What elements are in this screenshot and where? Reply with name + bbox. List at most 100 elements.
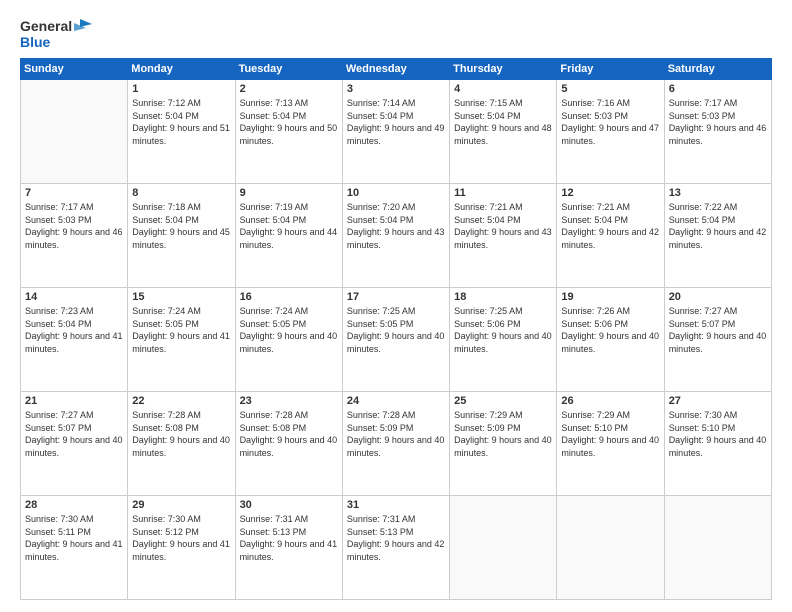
calendar-cell: 14 Sunrise: 7:23 AM Sunset: 5:04 PM Dayl… [21,288,128,392]
day-number: 1 [132,83,230,95]
day-number: 25 [454,395,552,407]
weekday-header-sunday: Sunday [21,59,128,80]
cell-daylight: Daylight: 9 hours and 42 minutes. [561,227,659,250]
day-number: 8 [132,187,230,199]
cell-daylight: Daylight: 9 hours and 44 minutes. [240,227,338,250]
cell-sunset: Sunset: 5:04 PM [240,215,307,225]
calendar-cell: 16 Sunrise: 7:24 AM Sunset: 5:05 PM Dayl… [235,288,342,392]
day-number: 31 [347,499,445,511]
day-number: 5 [561,83,659,95]
cell-daylight: Daylight: 9 hours and 46 minutes. [25,227,123,250]
cell-sunset: Sunset: 5:06 PM [561,319,628,329]
cell-daylight: Daylight: 9 hours and 41 minutes. [25,539,123,562]
cell-sunrise: Sunrise: 7:22 AM [669,202,738,212]
calendar-cell: 8 Sunrise: 7:18 AM Sunset: 5:04 PM Dayli… [128,184,235,288]
calendar-cell: 29 Sunrise: 7:30 AM Sunset: 5:12 PM Dayl… [128,496,235,600]
day-number: 16 [240,291,338,303]
cell-sunrise: Sunrise: 7:24 AM [132,306,201,316]
cell-sunrise: Sunrise: 7:28 AM [240,410,309,420]
calendar-cell: 25 Sunrise: 7:29 AM Sunset: 5:09 PM Dayl… [450,392,557,496]
cell-sunset: Sunset: 5:04 PM [347,215,414,225]
calendar-week-row: 7 Sunrise: 7:17 AM Sunset: 5:03 PM Dayli… [21,184,772,288]
day-number: 26 [561,395,659,407]
cell-sunrise: Sunrise: 7:24 AM [240,306,309,316]
day-number: 7 [25,187,123,199]
day-number: 11 [454,187,552,199]
calendar-cell: 4 Sunrise: 7:15 AM Sunset: 5:04 PM Dayli… [450,80,557,184]
cell-daylight: Daylight: 9 hours and 43 minutes. [347,227,445,250]
day-number: 6 [669,83,767,95]
calendar-cell: 17 Sunrise: 7:25 AM Sunset: 5:05 PM Dayl… [342,288,449,392]
cell-sunset: Sunset: 5:04 PM [454,215,521,225]
calendar-cell: 28 Sunrise: 7:30 AM Sunset: 5:11 PM Dayl… [21,496,128,600]
cell-sunrise: Sunrise: 7:20 AM [347,202,416,212]
cell-daylight: Daylight: 9 hours and 42 minutes. [347,539,445,562]
day-number: 20 [669,291,767,303]
cell-daylight: Daylight: 9 hours and 40 minutes. [132,435,230,458]
cell-sunrise: Sunrise: 7:26 AM [561,306,630,316]
calendar-cell: 26 Sunrise: 7:29 AM Sunset: 5:10 PM Dayl… [557,392,664,496]
cell-sunset: Sunset: 5:10 PM [561,423,628,433]
cell-daylight: Daylight: 9 hours and 46 minutes. [669,123,767,146]
day-number: 13 [669,187,767,199]
cell-sunset: Sunset: 5:04 PM [454,111,521,121]
calendar-cell: 13 Sunrise: 7:22 AM Sunset: 5:04 PM Dayl… [664,184,771,288]
cell-sunrise: Sunrise: 7:17 AM [25,202,94,212]
cell-daylight: Daylight: 9 hours and 51 minutes. [132,123,230,146]
calendar-cell: 18 Sunrise: 7:25 AM Sunset: 5:06 PM Dayl… [450,288,557,392]
day-number: 15 [132,291,230,303]
weekday-header-saturday: Saturday [664,59,771,80]
calendar-cell [450,496,557,600]
cell-sunset: Sunset: 5:06 PM [454,319,521,329]
weekday-header-tuesday: Tuesday [235,59,342,80]
cell-sunrise: Sunrise: 7:21 AM [561,202,630,212]
cell-sunrise: Sunrise: 7:25 AM [347,306,416,316]
cell-sunrise: Sunrise: 7:29 AM [561,410,630,420]
cell-sunrise: Sunrise: 7:23 AM [25,306,94,316]
calendar-cell: 10 Sunrise: 7:20 AM Sunset: 5:04 PM Dayl… [342,184,449,288]
calendar-cell: 27 Sunrise: 7:30 AM Sunset: 5:10 PM Dayl… [664,392,771,496]
day-number: 24 [347,395,445,407]
calendar-week-row: 21 Sunrise: 7:27 AM Sunset: 5:07 PM Dayl… [21,392,772,496]
weekday-header-friday: Friday [557,59,664,80]
cell-sunrise: Sunrise: 7:30 AM [25,514,94,524]
cell-daylight: Daylight: 9 hours and 40 minutes. [561,435,659,458]
calendar-cell: 31 Sunrise: 7:31 AM Sunset: 5:13 PM Dayl… [342,496,449,600]
day-number: 29 [132,499,230,511]
page: General Blue SundayMondayTuesdayWednesda… [0,0,792,612]
cell-daylight: Daylight: 9 hours and 47 minutes. [561,123,659,146]
cell-sunset: Sunset: 5:12 PM [132,527,199,537]
cell-sunrise: Sunrise: 7:17 AM [669,98,738,108]
calendar-cell: 24 Sunrise: 7:28 AM Sunset: 5:09 PM Dayl… [342,392,449,496]
cell-daylight: Daylight: 9 hours and 40 minutes. [347,435,445,458]
weekday-header-wednesday: Wednesday [342,59,449,80]
calendar-cell: 30 Sunrise: 7:31 AM Sunset: 5:13 PM Dayl… [235,496,342,600]
day-number: 28 [25,499,123,511]
cell-sunset: Sunset: 5:10 PM [669,423,736,433]
calendar-cell [664,496,771,600]
day-number: 19 [561,291,659,303]
calendar-table: SundayMondayTuesdayWednesdayThursdayFrid… [20,58,772,600]
logo: General Blue [20,18,92,50]
day-number: 17 [347,291,445,303]
cell-sunset: Sunset: 5:09 PM [454,423,521,433]
cell-sunset: Sunset: 5:04 PM [347,111,414,121]
calendar-cell: 23 Sunrise: 7:28 AM Sunset: 5:08 PM Dayl… [235,392,342,496]
calendar-cell: 22 Sunrise: 7:28 AM Sunset: 5:08 PM Dayl… [128,392,235,496]
cell-daylight: Daylight: 9 hours and 45 minutes. [132,227,230,250]
cell-sunset: Sunset: 5:03 PM [561,111,628,121]
day-number: 4 [454,83,552,95]
calendar-cell: 9 Sunrise: 7:19 AM Sunset: 5:04 PM Dayli… [235,184,342,288]
day-number: 21 [25,395,123,407]
cell-sunrise: Sunrise: 7:31 AM [347,514,416,524]
cell-daylight: Daylight: 9 hours and 42 minutes. [669,227,767,250]
cell-daylight: Daylight: 9 hours and 40 minutes. [240,435,338,458]
cell-sunrise: Sunrise: 7:21 AM [454,202,523,212]
weekday-header-monday: Monday [128,59,235,80]
cell-daylight: Daylight: 9 hours and 40 minutes. [669,331,767,354]
calendar-cell: 3 Sunrise: 7:14 AM Sunset: 5:04 PM Dayli… [342,80,449,184]
cell-daylight: Daylight: 9 hours and 41 minutes. [240,539,338,562]
cell-sunrise: Sunrise: 7:27 AM [669,306,738,316]
logo-general: General [20,18,72,34]
cell-sunrise: Sunrise: 7:16 AM [561,98,630,108]
